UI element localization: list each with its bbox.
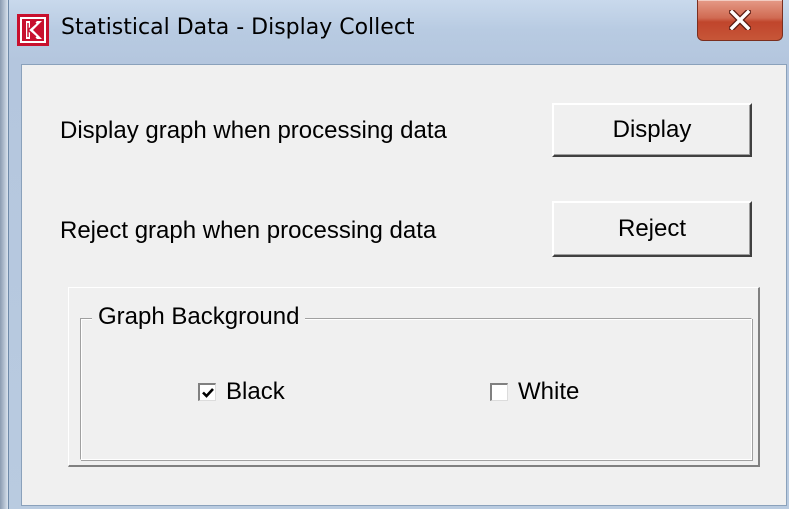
dialog-window: Statistical Data - Display Collect Displ… (8, 0, 789, 509)
black-option[interactable]: Black (198, 378, 285, 406)
white-option-label: White (518, 378, 580, 405)
white-option[interactable]: White (490, 378, 579, 406)
k-logo-icon (17, 14, 49, 46)
white-checkbox[interactable] (490, 383, 508, 401)
reject-button[interactable]: Reject (552, 201, 752, 257)
reject-row-label: Reject graph when processing data (60, 217, 437, 244)
graph-background-group (80, 318, 752, 460)
window-title: Statistical Data - Display Collect (61, 15, 415, 40)
group-legend: Graph Background (92, 303, 306, 331)
dialog-client-area: Display graph when processing data Displ… (21, 64, 787, 506)
display-button[interactable]: Display (552, 103, 752, 157)
black-option-label: Black (226, 378, 285, 405)
black-checkbox[interactable] (198, 383, 216, 401)
close-button[interactable] (697, 0, 783, 41)
display-row-label: Display graph when processing data (60, 117, 447, 144)
title-bar[interactable]: Statistical Data - Display Collect (9, 0, 789, 64)
checkmark-icon (201, 387, 214, 398)
close-icon (729, 10, 751, 30)
desktop-edge (0, 0, 8, 509)
